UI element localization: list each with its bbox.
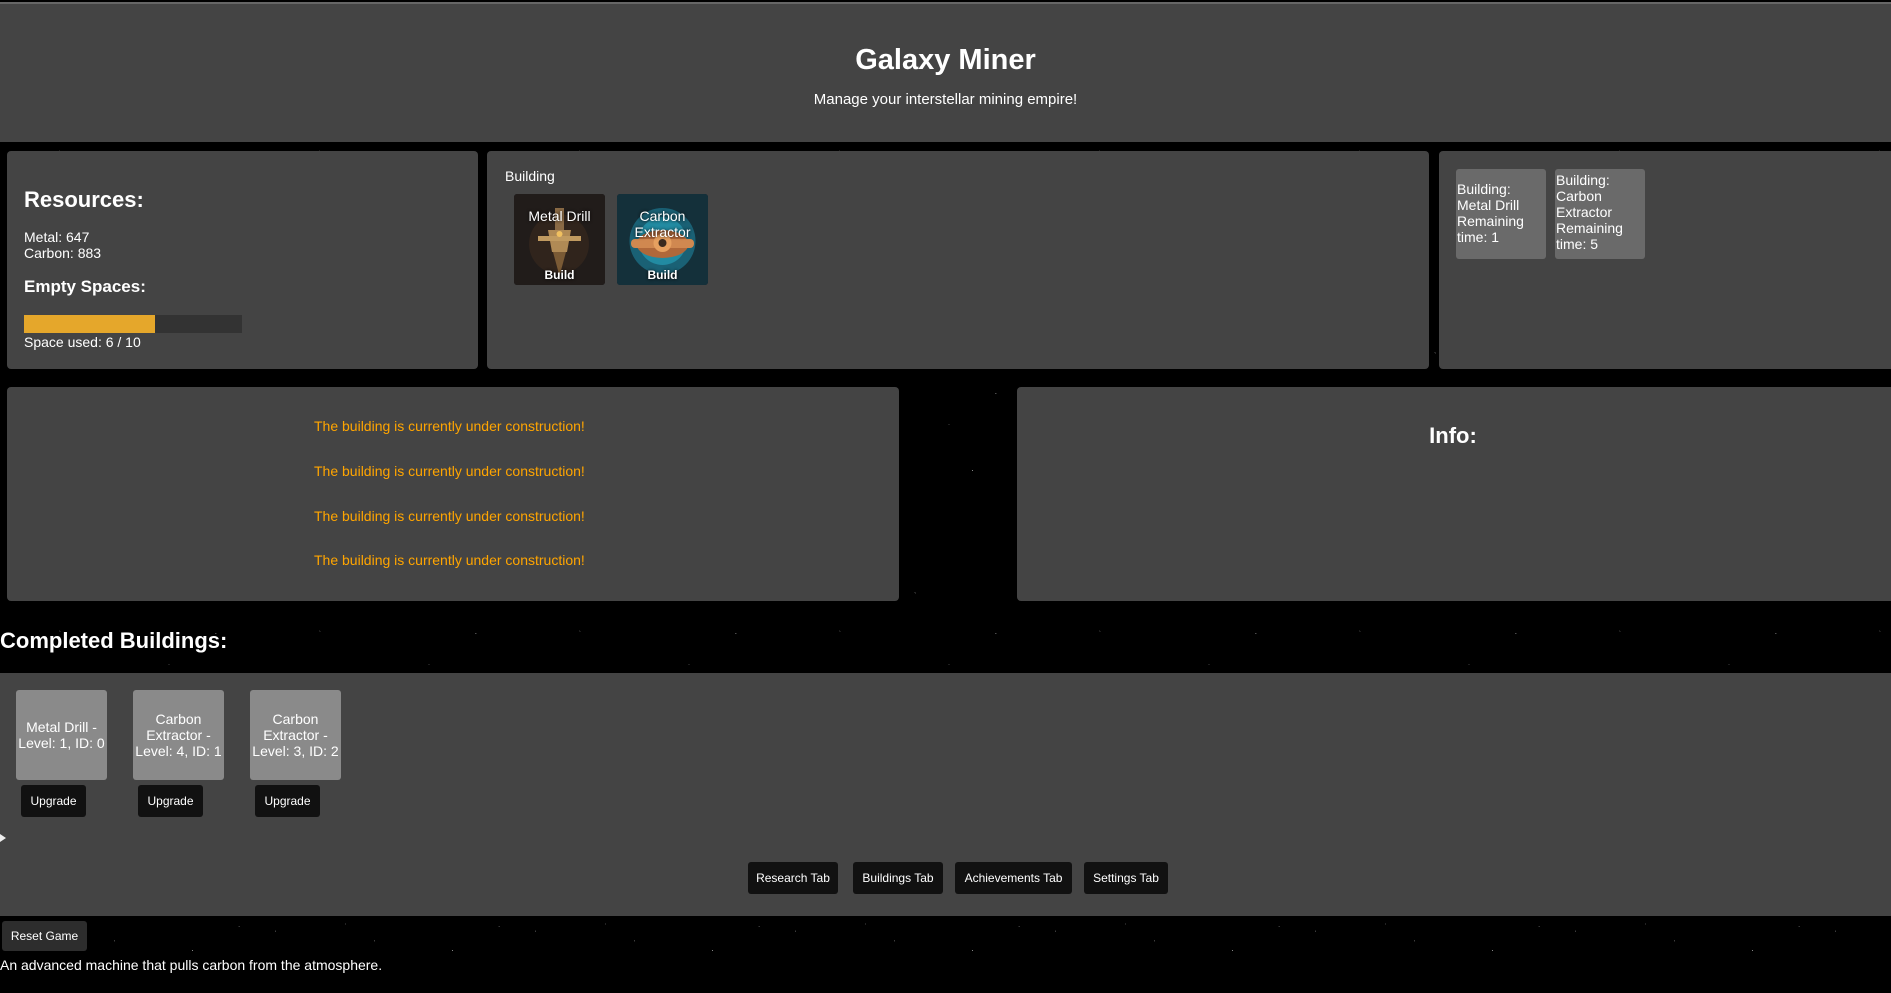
game-subtitle: Manage your interstellar mining empire! [813,91,1078,108]
space-used-text: Space used: 6 / 10 [24,334,141,350]
message-log-panel: The building is currently under construc… [7,387,899,601]
header: Galaxy Miner Manage your interstellar mi… [0,2,1891,142]
space-progress-bar [24,315,242,333]
build-carbon-extractor-card[interactable]: Carbon Extractor Build [617,194,708,285]
tab-research[interactable]: Research Tab [748,862,838,894]
upgrade-button[interactable]: Upgrade [138,785,203,817]
build-metal-drill-card[interactable]: Metal Drill Build [514,194,605,285]
building-description: An advanced machine that pulls carbon fr… [0,957,383,973]
upgrade-button[interactable]: Upgrade [255,785,320,817]
completed-building-card: Metal Drill - Level: 1, ID: 0 [16,690,107,780]
completed-building-card: Carbon Extractor - Level: 3, ID: 2 [250,690,341,780]
game-title: Galaxy Miner [855,44,1036,76]
construction-queue-panel: Building: Metal Drill Remaining time: 1 … [1439,151,1891,369]
queue-item: Building: Carbon Extractor Remaining tim… [1555,169,1645,259]
building-label: Building [505,168,555,184]
cursor-arrow-icon [0,834,6,842]
completed-building-card: Carbon Extractor - Level: 4, ID: 1 [133,690,224,780]
completed-buildings-heading: Completed Buildings: [0,628,228,653]
empty-spaces-heading: Empty Spaces: [24,277,146,296]
info-heading: Info: [1429,423,1477,448]
log-message: The building is currently under construc… [314,552,585,568]
metal-amount: Metal: 647 [24,229,90,245]
queue-item: Building: Metal Drill Remaining time: 1 [1456,169,1546,259]
build-option-name: Carbon Extractor [634,208,691,240]
build-option-name: Metal Drill [528,208,591,224]
resources-panel: Resources: Metal: 647 Carbon: 883 Empty … [7,151,478,369]
reset-game-button[interactable]: Reset Game [2,921,87,951]
build-button[interactable]: Build [514,268,605,282]
tab-buildings[interactable]: Buildings Tab [853,862,943,894]
completed-buildings-panel: Metal Drill - Level: 1, ID: 0 Upgrade Ca… [0,673,1891,916]
upgrade-button[interactable]: Upgrade [21,785,86,817]
log-message: The building is currently under construc… [314,463,585,479]
tab-achievements[interactable]: Achievements Tab [955,862,1072,894]
carbon-amount: Carbon: 883 [24,245,102,261]
building-panel: Building Metal Drill Build Carbon Extrac… [487,151,1429,369]
build-button[interactable]: Build [617,268,708,282]
tab-settings[interactable]: Settings Tab [1084,862,1168,894]
log-message: The building is currently under construc… [314,418,585,434]
space-progress-fill [24,315,155,333]
info-panel: Info: [1017,387,1891,601]
log-message: The building is currently under construc… [314,508,585,524]
resources-heading: Resources: [24,187,144,212]
